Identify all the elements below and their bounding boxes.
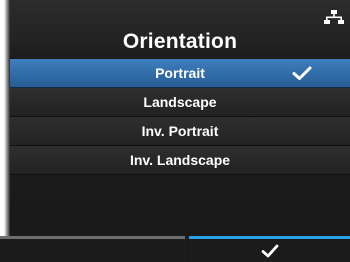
option-portrait[interactable]: Portrait [10, 59, 350, 88]
softkey-bar [0, 236, 350, 262]
option-inv-portrait[interactable]: Inv. Portrait [10, 117, 350, 146]
option-label: Landscape [143, 94, 217, 110]
option-label: Inv. Portrait [141, 123, 219, 139]
printer-screen: Orientation Portrait Landscape Inv. Port… [0, 0, 350, 262]
check-icon [292, 66, 312, 80]
option-landscape[interactable]: Landscape [10, 88, 350, 117]
orientation-options-list: Portrait Landscape Inv. Portrait Inv. La… [10, 59, 350, 175]
option-label: Portrait [155, 65, 205, 81]
option-label: Inv. Landscape [129, 152, 231, 168]
page-title: Orientation [122, 30, 238, 53]
back-softkey[interactable] [0, 236, 185, 262]
option-inv-landscape[interactable]: Inv. Landscape [10, 146, 350, 175]
display-panel: Orientation Portrait Landscape Inv. Port… [0, 0, 350, 262]
confirm-softkey[interactable] [189, 236, 350, 262]
network-icon [324, 10, 344, 24]
checkmark-icon [261, 244, 279, 258]
